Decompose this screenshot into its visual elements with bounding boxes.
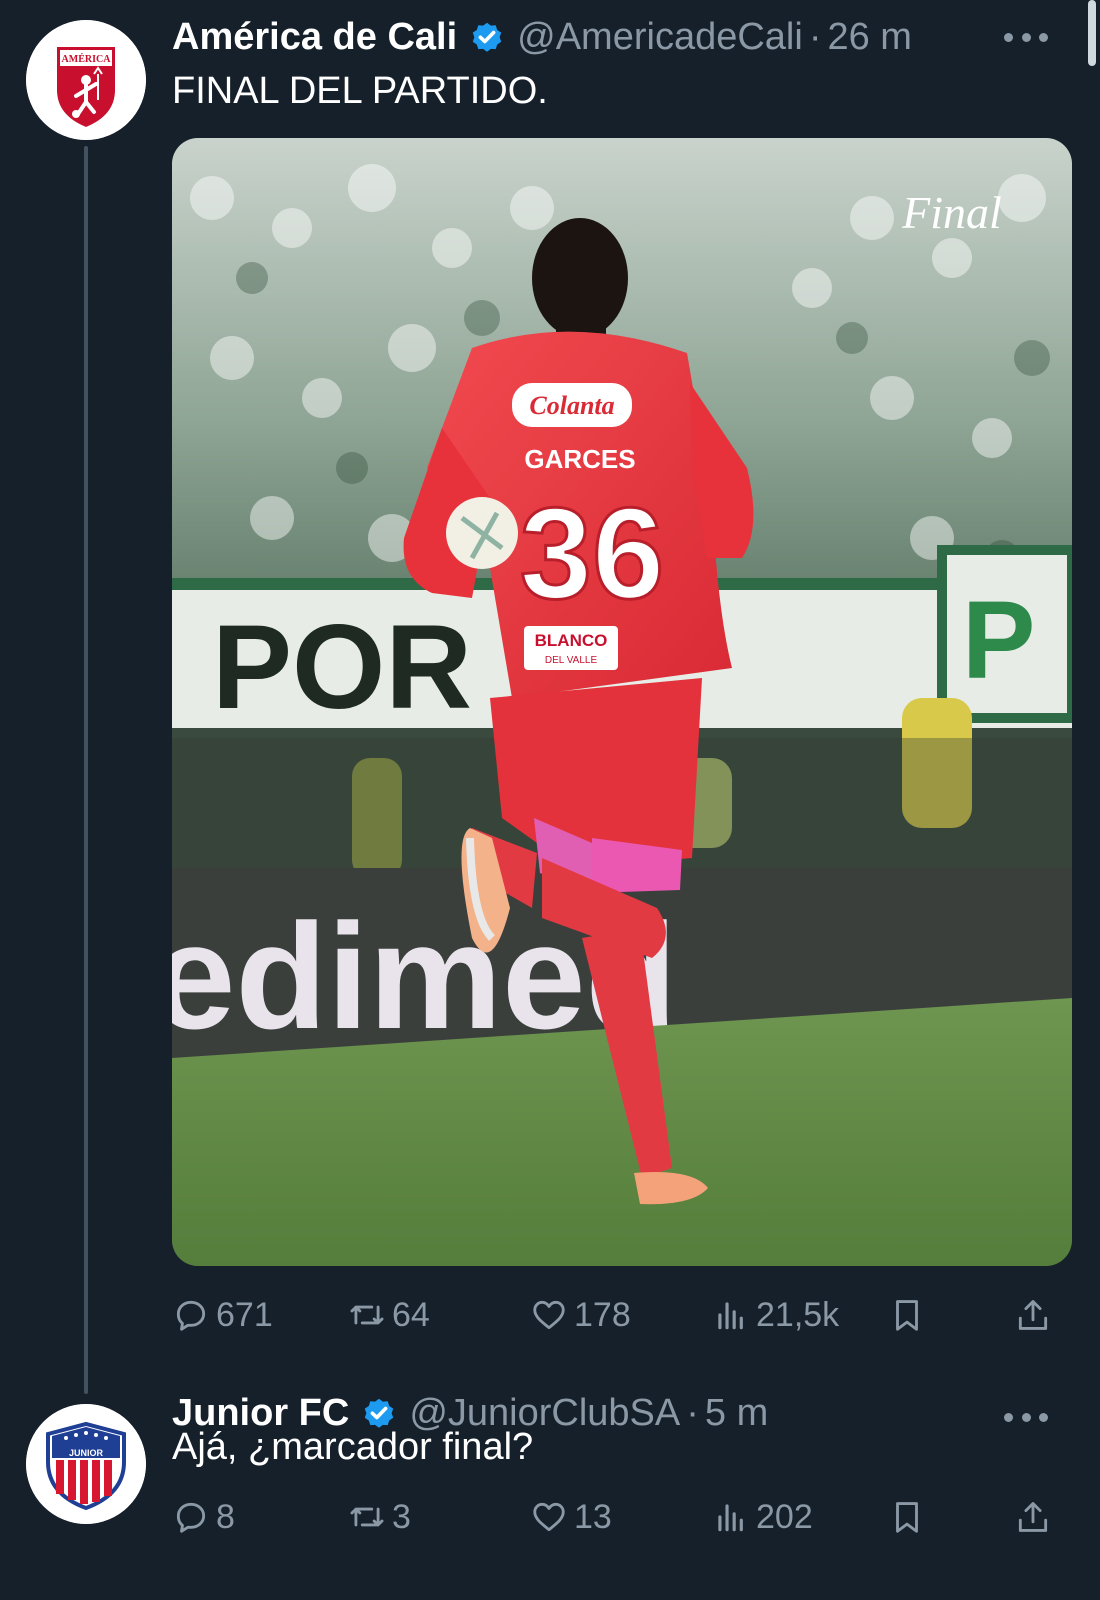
- more-options-icon[interactable]: [1004, 1410, 1048, 1424]
- avatar-crest-text: JUNIOR: [69, 1448, 104, 1458]
- jersey-name-text: GARCES: [524, 444, 635, 474]
- jersey-sponsor-text: Colanta: [529, 391, 614, 420]
- stadium-banner-text: POR: [212, 600, 472, 734]
- reply-icon: [176, 1502, 206, 1533]
- avatar[interactable]: AMÉRICA: [26, 20, 146, 140]
- tweet-text: FINAL DEL PARTIDO.: [172, 70, 548, 112]
- like-button[interactable]: 13: [530, 1492, 612, 1542]
- goalkeeper-photo: POR P edimed Colanta GARCES 36 BLANCO DE…: [172, 138, 1072, 1266]
- views-button[interactable]: 21,5k: [712, 1290, 839, 1340]
- jersey-number-text: 36: [520, 480, 665, 626]
- timestamp[interactable]: 5 m: [705, 1392, 768, 1435]
- shorts-sponsor-line2: DEL VALLE: [545, 655, 598, 666]
- bookmark-button[interactable]: [888, 1290, 926, 1340]
- like-icon: [533, 1502, 565, 1532]
- repost-count: 3: [392, 1497, 411, 1536]
- like-count: 178: [574, 1295, 631, 1334]
- share-icon: [1018, 1300, 1048, 1330]
- separator-dot: ·: [808, 15, 822, 58]
- repost-count: 64: [392, 1295, 430, 1334]
- views-icon: [718, 1302, 743, 1330]
- views-count: 202: [756, 1497, 813, 1536]
- reply-button[interactable]: 8: [172, 1492, 235, 1542]
- reply-count: 671: [216, 1295, 273, 1334]
- stadium-banner-right-text: P: [962, 579, 1035, 702]
- tweet-actions: 8 3 13 202: [172, 1492, 1072, 1542]
- bookmark-icon: [896, 1300, 918, 1331]
- views-button[interactable]: 202: [712, 1492, 813, 1542]
- like-icon: [533, 1300, 565, 1330]
- like-button[interactable]: 178: [530, 1290, 631, 1340]
- tweet-header: América de Cali @AmericadeCali · 26 m: [172, 14, 912, 60]
- repost-icon: [350, 1305, 384, 1325]
- share-button[interactable]: [1014, 1290, 1052, 1340]
- bookmark-button[interactable]: [888, 1492, 926, 1542]
- verified-icon: [472, 22, 502, 52]
- share-icon: [1018, 1502, 1048, 1532]
- reply-tweet[interactable]: JUNIOR Junior FC @JuniorClubSA · 5 m Ajá…: [0, 1380, 1100, 1600]
- repost-button[interactable]: 3: [348, 1492, 411, 1542]
- reply-button[interactable]: 671: [172, 1290, 273, 1340]
- views-icon: [718, 1504, 743, 1532]
- author-handle[interactable]: @AmericadeCali: [517, 16, 803, 59]
- separator-dot: ·: [686, 1391, 699, 1434]
- share-button[interactable]: [1014, 1492, 1052, 1542]
- more-options-icon[interactable]: [1004, 30, 1048, 44]
- america-de-cali-crest-icon: AMÉRICA: [26, 20, 146, 140]
- repost-icon: [350, 1507, 384, 1527]
- avatar-crest-text: AMÉRICA: [62, 53, 112, 65]
- scrollbar[interactable]: [1088, 0, 1096, 66]
- tweet[interactable]: AMÉRICA América de Cali @AmericadeCali ·…: [0, 0, 1100, 1394]
- bookmark-icon: [896, 1502, 918, 1533]
- reply-count: 8: [216, 1497, 235, 1536]
- like-count: 13: [574, 1497, 612, 1536]
- timestamp[interactable]: 26 m: [827, 16, 911, 59]
- reply-icon: [176, 1300, 206, 1331]
- thread-line: [84, 146, 88, 1394]
- repost-button[interactable]: 64: [348, 1290, 430, 1340]
- views-count: 21,5k: [756, 1295, 840, 1334]
- tweet-media[interactable]: POR P edimed Colanta GARCES 36 BLANCO DE…: [172, 138, 1072, 1266]
- author-name[interactable]: América de Cali: [172, 16, 457, 59]
- photo-overlay-text: Final: [901, 187, 1002, 238]
- shorts-sponsor-line1: BLANCO: [535, 631, 608, 650]
- tweet-text: Ajá, ¿marcador final?: [172, 1426, 534, 1468]
- junior-fc-crest-icon: JUNIOR: [26, 1404, 146, 1524]
- tweet-actions: 671 64 178 21,5k: [172, 1290, 1072, 1340]
- avatar[interactable]: JUNIOR: [26, 1404, 146, 1524]
